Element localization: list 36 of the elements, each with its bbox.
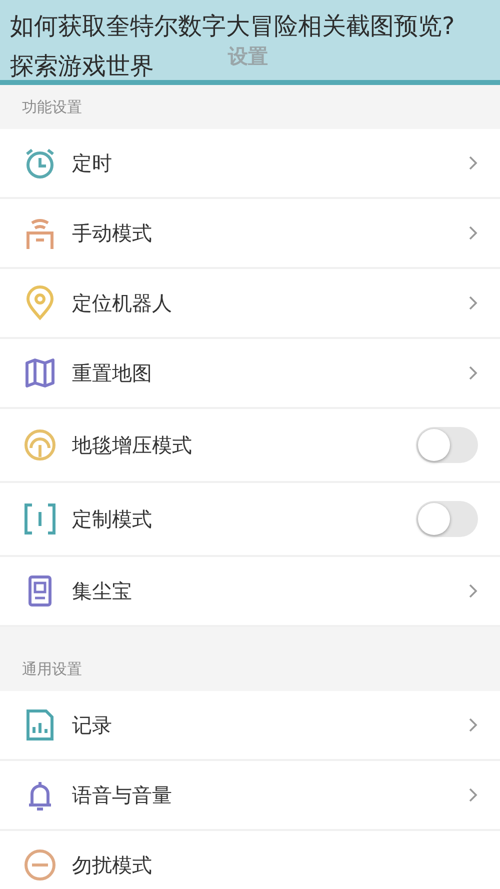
- chevron-right-icon: [468, 295, 478, 311]
- settings-row[interactable]: 重置地图: [0, 339, 500, 409]
- minus-circle-icon: [22, 847, 58, 883]
- toggle-switch[interactable]: [416, 427, 478, 463]
- caption-text: 如何获取奎特尔数字大冒险相关截图预览?: [10, 11, 455, 42]
- toggle-switch[interactable]: [416, 501, 478, 537]
- section-title: 通用设置: [21, 658, 83, 680]
- header-title: 设置: [228, 43, 268, 70]
- settings-row[interactable]: 集尘宝: [0, 557, 500, 627]
- row-label: 地毯增压模式: [72, 432, 193, 458]
- chevron-right-icon: [468, 787, 478, 803]
- chevron-right-icon: [468, 717, 478, 733]
- row-label: 定位机器人: [72, 290, 173, 316]
- chevron-right-icon: [468, 225, 478, 241]
- settings-row[interactable]: 定时: [0, 129, 500, 199]
- chevron-right-icon: [468, 583, 478, 599]
- settings-row[interactable]: 勿扰模式: [0, 831, 500, 889]
- settings-row[interactable]: 定制模式: [0, 483, 500, 557]
- row-label: 集尘宝: [72, 578, 133, 604]
- settings-row[interactable]: 语音与音量: [0, 761, 500, 831]
- row-label: 重置地图: [72, 360, 153, 386]
- gauge-icon: [22, 427, 58, 463]
- settings-row[interactable]: 地毯增压模式: [0, 409, 500, 483]
- settings-row[interactable]: 记录: [0, 691, 500, 761]
- chevron-right-icon: [468, 155, 478, 171]
- chevron-right-icon: [468, 365, 478, 381]
- settings-row[interactable]: 手动模式: [0, 199, 500, 269]
- row-label: 定制模式: [72, 506, 153, 532]
- row-label: 记录: [72, 712, 113, 738]
- row-label: 定时: [72, 150, 113, 176]
- settings-row[interactable]: 定位机器人: [0, 269, 500, 339]
- row-label: 手动模式: [72, 220, 153, 246]
- row-label: 勿扰模式: [72, 852, 153, 878]
- section-title: 功能设置: [21, 96, 83, 118]
- caption-text: 探索游戏世界: [10, 51, 154, 82]
- row-label: 语音与音量: [72, 782, 173, 808]
